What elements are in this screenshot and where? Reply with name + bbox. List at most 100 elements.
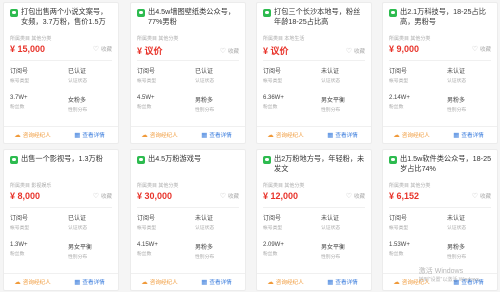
card-title-row: 出售一个影视号，1.3万粉: [10, 154, 114, 180]
wechat-icon: [137, 156, 145, 164]
divider: [389, 60, 491, 61]
card-price: ¥ 30,000: [137, 191, 173, 201]
divider: [137, 60, 239, 61]
card-title[interactable]: 出1.5w软件类公众号，18-25岁占比74%: [400, 154, 493, 180]
cloud-icon: ☁: [14, 132, 21, 139]
account-type-label: 帐号类型: [389, 226, 409, 231]
card-title-row: 出2万粉地方号，年轻粉，未发文: [263, 154, 367, 180]
view-detail-button[interactable]: ▦ 查看详情: [440, 131, 497, 139]
verify-status-value: 未认证: [321, 69, 340, 75]
followers-value: 2.14W+: [389, 95, 410, 101]
view-detail-button[interactable]: ▦ 查看详情: [188, 278, 245, 286]
verify-status-cell: 已认证 认证状态: [68, 66, 118, 84]
card-title[interactable]: 打包出售两个小说文案号，女频，3.7万粉，售价1.5万: [21, 7, 114, 33]
card-title[interactable]: 出售一个影视号，1.3万粉: [21, 154, 103, 180]
consult-agent-button[interactable]: ☁ 咨询经纪人: [257, 131, 314, 139]
verify-status-label: 认证状态: [195, 79, 215, 84]
card-category: 所属类目 其他分类: [389, 36, 431, 42]
favorite-button[interactable]: ♡ 收藏: [93, 192, 112, 200]
wechat-icon: [10, 9, 18, 17]
heart-icon: ♡: [92, 193, 99, 200]
favorite-label: 收藏: [479, 194, 491, 200]
account-card[interactable]: 出4.5w墙图壁纸类公众号，77%男粉 所属类目 其他分类 ¥ 议价 ♡ 收藏 …: [130, 2, 246, 144]
grid-icon: ▦: [74, 132, 81, 139]
price-row: ¥ 议价 ♡ 收藏: [263, 44, 365, 57]
view-detail-button[interactable]: ▦ 查看详情: [314, 278, 371, 286]
favorite-button[interactable]: ♡ 收藏: [93, 45, 112, 53]
verify-status-label: 认证状态: [68, 226, 88, 231]
account-card[interactable]: 出售一个影视号，1.3万粉 所属类目 影视娱乐 ¥ 8,000 ♡ 收藏 订阅号…: [3, 149, 119, 291]
favorite-button[interactable]: ♡ 收藏: [472, 192, 491, 200]
windows-activation-watermark: 激活 Windows 转到"设置"以激活 Windows。: [419, 268, 484, 284]
heart-icon: ♡: [219, 193, 226, 200]
followers-label: 粉丝数: [263, 105, 278, 110]
card-title-row: 出1.5w软件类公众号，18-25岁占比74%: [389, 154, 493, 180]
card-title[interactable]: 出4.5万粉游戏号: [148, 154, 201, 180]
wechat-icon: [389, 156, 397, 164]
card-actions: ☁ 咨询经纪人 ▦ 查看详情: [257, 126, 371, 143]
cloud-icon: ☁: [267, 132, 274, 139]
followers-cell: 4.5W+ 粉丝数: [137, 95, 189, 110]
account-card[interactable]: 出4.5万粉游戏号 所属类目 其他分类 ¥ 30,000 ♡ 收藏 订阅号 帐号…: [130, 149, 246, 291]
heart-icon: ♡: [471, 193, 478, 200]
gender-label: 性别分布: [447, 255, 467, 260]
verify-status-label: 认证状态: [321, 79, 341, 84]
favorite-label: 收藏: [100, 194, 112, 200]
consult-label: 咨询经纪人: [22, 280, 51, 286]
consult-label: 咨询经纪人: [275, 133, 304, 139]
card-title[interactable]: 打包三个长沙本地号，粉丝年龄18-25占比高: [274, 7, 367, 33]
account-card[interactable]: 打包出售两个小说文案号，女频，3.7万粉，售价1.5万 所属类目 其他分类 ¥ …: [3, 2, 119, 144]
cloud-icon: ☁: [14, 279, 21, 286]
card-title[interactable]: 出4.5w墙图壁纸类公众号，77%男粉: [148, 7, 241, 33]
followers-label: 粉丝数: [263, 252, 278, 257]
consult-agent-button[interactable]: ☁ 咨询经纪人: [131, 278, 188, 286]
card-actions: ☁ 咨询经纪人 ▦ 查看详情: [383, 126, 497, 143]
gender-cell: 女粉多 性别分布: [68, 95, 118, 113]
account-type-cell: 订阅号 帐号类型: [263, 213, 315, 231]
consult-label: 咨询经纪人: [149, 133, 178, 139]
price-row: ¥ 6,152 ♡ 收藏: [389, 191, 491, 201]
wechat-icon: [263, 9, 271, 17]
consult-agent-button[interactable]: ☁ 咨询经纪人: [131, 131, 188, 139]
favorite-button[interactable]: ♡ 收藏: [472, 45, 491, 53]
consult-agent-button[interactable]: ☁ 咨询经纪人: [257, 278, 314, 286]
verify-status-cell: 未认证 认证状态: [447, 66, 497, 84]
followers-label: 粉丝数: [10, 105, 25, 110]
view-detail-button[interactable]: ▦ 查看详情: [188, 131, 245, 139]
card-title[interactable]: 出2万粉地方号，年轻粉，未发文: [274, 154, 367, 180]
followers-value: 1.53W+: [389, 242, 410, 248]
view-detail-button[interactable]: ▦ 查看详情: [314, 131, 371, 139]
detail-label: 查看详情: [461, 133, 484, 139]
verify-status-value: 未认证: [195, 216, 214, 222]
favorite-label: 收藏: [353, 194, 365, 200]
card-price: ¥ 议价: [137, 46, 163, 56]
heart-icon: ♡: [345, 47, 352, 55]
account-card[interactable]: 打包三个长沙本地号，粉丝年龄18-25占比高 所属类目 本地生活 ¥ 议价 ♡ …: [256, 2, 372, 144]
card-category: 所属类目 其他分类: [389, 183, 431, 189]
account-card[interactable]: 出2万粉地方号，年轻粉，未发文 所属类目 其他分类 ¥ 12,000 ♡ 收藏 …: [256, 149, 372, 291]
favorite-button[interactable]: ♡ 收藏: [346, 192, 365, 200]
wechat-icon: [137, 9, 145, 17]
card-title-row: 出4.5w墙图壁纸类公众号，77%男粉: [137, 7, 241, 33]
card-title[interactable]: 出2.1万科技号，18-25占比高，男粉号: [400, 7, 493, 33]
account-card[interactable]: 出2.1万科技号，18-25占比高，男粉号 所属类目 其他分类 ¥ 9,000 …: [382, 2, 498, 144]
wechat-icon: [10, 156, 18, 164]
view-detail-button[interactable]: ▦ 查看详情: [61, 131, 118, 139]
card-actions: ☁ 咨询经纪人 ▦ 查看详情: [131, 126, 245, 143]
verify-status-cell: 未认证 认证状态: [321, 213, 371, 231]
consult-agent-button[interactable]: ☁ 咨询经纪人: [4, 278, 61, 286]
account-type-value: 订阅号: [137, 69, 156, 75]
favorite-label: 收藏: [353, 48, 365, 55]
consult-agent-button[interactable]: ☁ 咨询经纪人: [4, 131, 61, 139]
card-price: ¥ 8,000: [10, 191, 41, 201]
followers-cell: 2.09W+ 粉丝数: [263, 242, 315, 257]
detail-label: 查看详情: [335, 280, 358, 286]
consult-label: 咨询经纪人: [275, 280, 304, 286]
view-detail-button[interactable]: ▦ 查看详情: [61, 278, 118, 286]
favorite-button[interactable]: ♡ 收藏: [220, 192, 239, 200]
gender-label: 性别分布: [68, 255, 88, 260]
favorite-button[interactable]: ♡ 收藏: [346, 47, 365, 55]
favorite-button[interactable]: ♡ 收藏: [220, 47, 239, 55]
divider: [263, 60, 365, 61]
consult-agent-button[interactable]: ☁ 咨询经纪人: [383, 131, 440, 139]
